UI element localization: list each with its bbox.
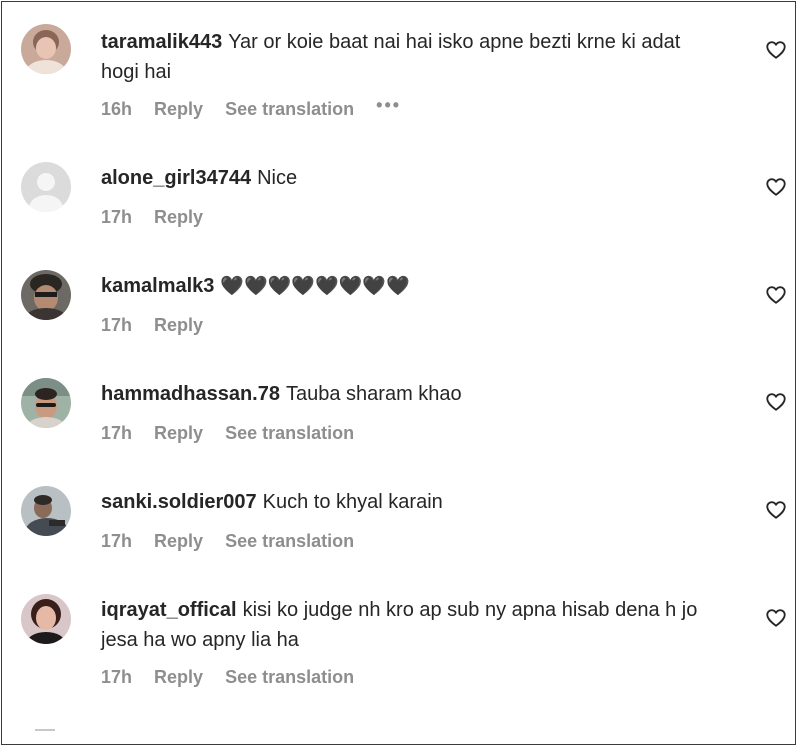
comment-text-block: kamalmalk3 🖤🖤🖤🖤🖤🖤🖤🖤 [101,271,721,301]
comment-body: Kuch to khyal karain [262,491,443,513]
avatar[interactable] [21,594,71,644]
comment-text-block: hammadhassan.78 Tauba sharam khao [101,379,721,409]
see-translation-button[interactable]: See translation [225,531,354,551]
heart-outline-icon[interactable] [765,391,787,413]
comment-text-block: taramalik443 Yar or koie baat nai hai isk… [101,27,721,87]
comment-username[interactable]: sanki.soldier007 [101,491,257,513]
comment-username[interactable]: taramalik443 [101,31,222,53]
comment-meta: 16h Reply See translation ••• [101,95,418,120]
comment-username[interactable]: hammadhassan.78 [101,383,280,405]
comment-body: Tauba sharam khao [285,383,462,405]
avatar[interactable] [21,270,71,320]
comments-panel: taramalik443 Yar or koie baat nai hai isk… [1,1,796,745]
heart-outline-icon[interactable] [765,176,787,198]
avatar[interactable] [21,486,71,536]
comment-meta: 17h Reply See translation [101,531,371,552]
comment-timestamp[interactable]: 17h [101,667,132,687]
reply-button[interactable]: Reply [154,423,203,443]
comment-username[interactable]: iqrayat_offical [101,599,237,621]
avatar-photo-icon [21,594,71,644]
comment-meta: 17h Reply [101,315,220,336]
comment-timestamp[interactable]: 17h [101,423,132,443]
heart-outline-icon[interactable] [765,607,787,629]
default-avatar-icon [21,162,71,212]
comment-meta: 17h Reply See translation [101,667,371,688]
avatar-photo-icon [21,24,71,74]
comment-text-block: sanki.soldier007 Kuch to khyal karain [101,487,721,517]
avatar[interactable] [21,378,71,428]
avatar-photo-icon [21,270,71,320]
comment-timestamp[interactable]: 17h [101,531,132,551]
comment-text-block: alone_girl34744 Nice [101,163,721,193]
comment-body: Nice [257,167,298,189]
avatar[interactable] [21,24,71,74]
see-translation-button[interactable]: See translation [225,667,354,687]
avatar-photo-icon [21,486,71,536]
comment-username[interactable]: kamalmalk3 [101,275,214,297]
see-translation-button[interactable]: See translation [225,423,354,443]
comment-meta: 17h Reply [101,207,220,228]
heart-outline-icon[interactable] [765,499,787,521]
reply-button[interactable]: Reply [154,99,203,119]
comment-body: 🖤🖤🖤🖤🖤🖤🖤🖤 [220,275,410,297]
comment-meta: 17h Reply See translation [101,423,371,444]
reply-button[interactable]: Reply [154,207,203,227]
avatar-photo-icon [21,378,71,428]
load-more-divider [35,729,55,731]
heart-outline-icon[interactable] [765,284,787,306]
comment-timestamp[interactable]: 16h [101,99,132,119]
reply-button[interactable]: Reply [154,531,203,551]
reply-button[interactable]: Reply [154,667,203,687]
avatar[interactable] [21,162,71,212]
comment-timestamp[interactable]: 17h [101,207,132,227]
comment-username[interactable]: alone_girl34744 [101,167,251,189]
see-translation-button[interactable]: See translation [225,99,354,119]
reply-button[interactable]: Reply [154,315,203,335]
comment-timestamp[interactable]: 17h [101,315,132,335]
comment-text-block: iqrayat_offical kisi ko judge nh kro ap s… [101,595,721,655]
more-options-icon[interactable]: ••• [376,95,401,116]
heart-outline-icon[interactable] [765,39,787,61]
